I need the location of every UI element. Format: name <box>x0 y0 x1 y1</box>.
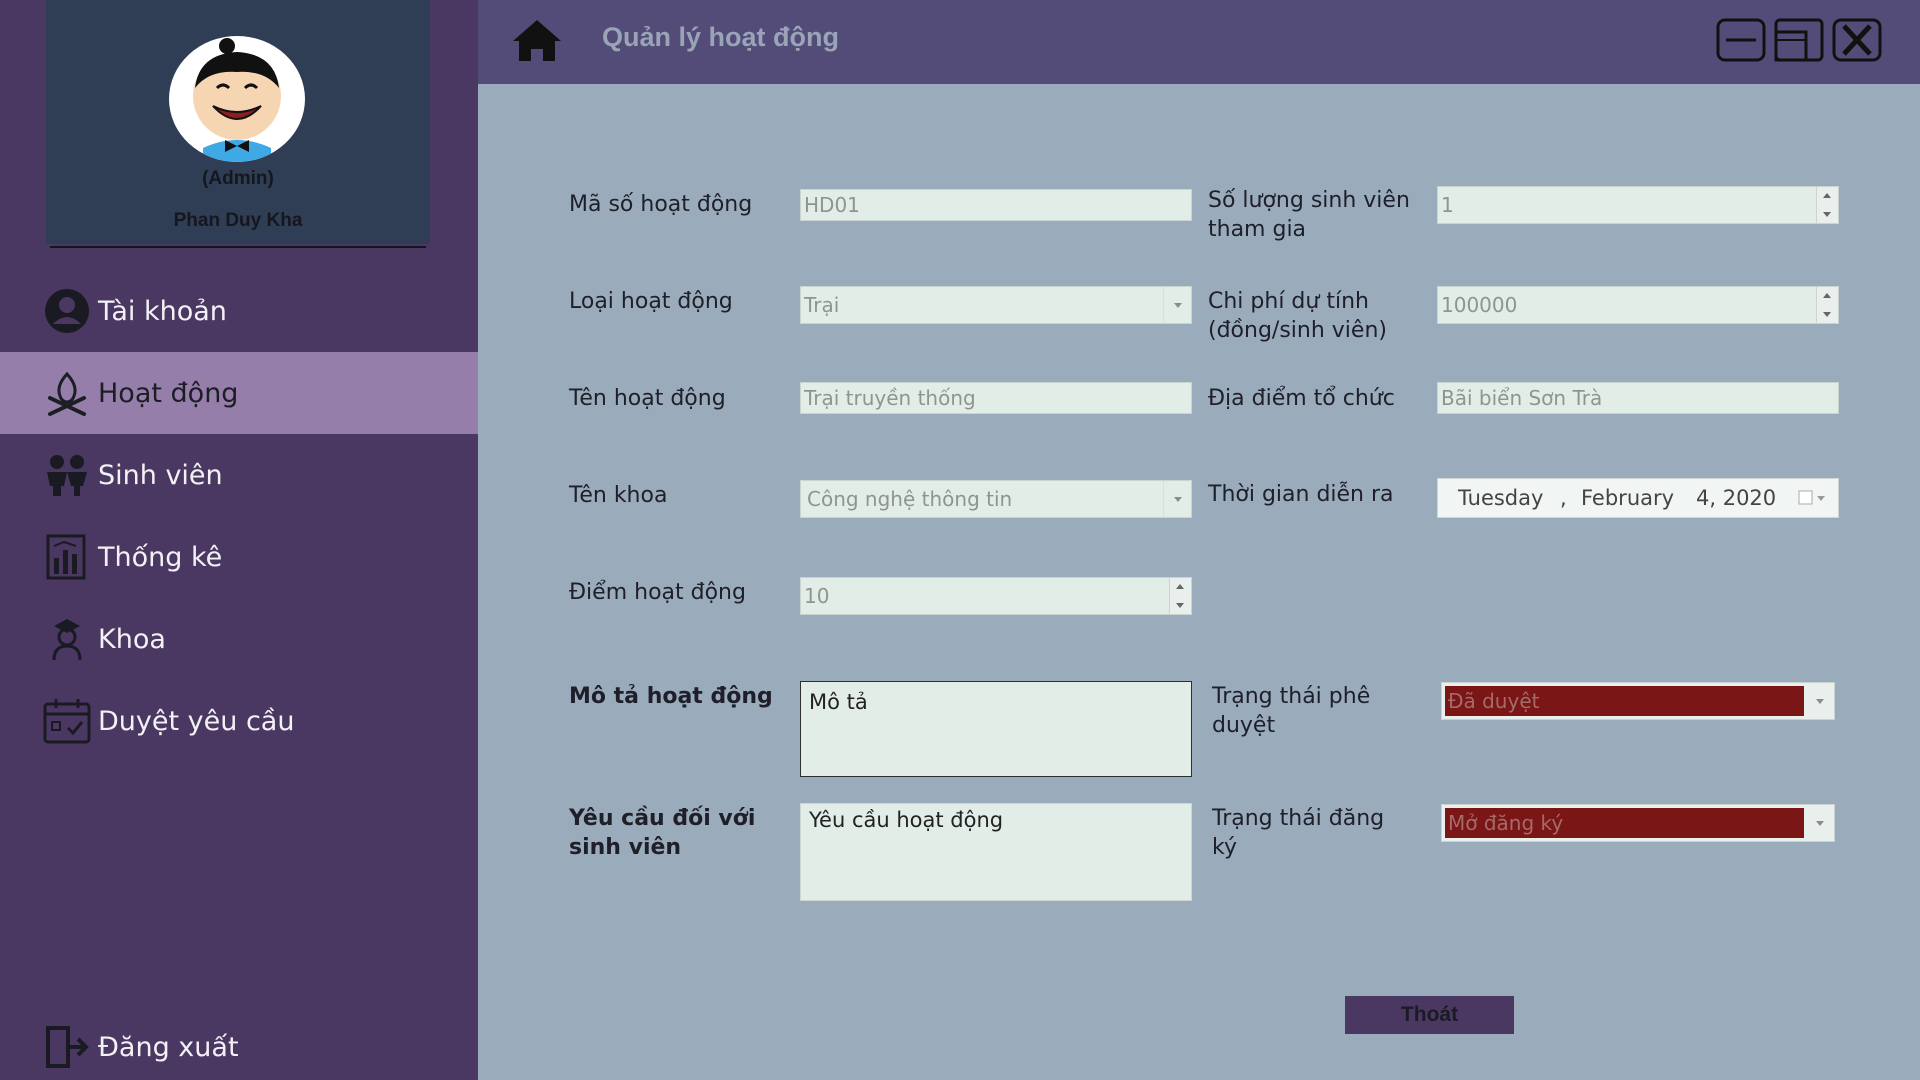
avatar <box>169 36 305 162</box>
diem-label: Điểm hoạt động <box>569 580 746 605</box>
yeu-cau-label-line1: Yêu cầu đối với <box>569 806 756 831</box>
so-luong-stepper[interactable]: 1 <box>1437 186 1839 224</box>
user-role: (Admin) <box>202 168 274 189</box>
spin-buttons[interactable] <box>1169 578 1191 614</box>
date-day-year: 4, 2020 <box>1696 486 1777 510</box>
loai-select[interactable]: Trại <box>800 286 1192 324</box>
exit-button[interactable]: Thoát <box>1345 996 1514 1034</box>
sidebar-item-label: Duyệt yêu cầu <box>98 705 295 737</box>
so-luong-label: Số lượng sinh viên tham gia <box>1208 186 1410 244</box>
sidebar-item-duyet-yeu-cau[interactable]: Duyệt yêu cầu <box>0 680 478 762</box>
chi-phi-label-line2: (đồng/sinh viên) <box>1208 318 1387 343</box>
sidebar: (Admin) Phan Duy Kha Tài khoản Hoạt động… <box>0 0 478 1080</box>
so-luong-value: 1 <box>1441 193 1454 217</box>
thoi-gian-datepicker[interactable]: Tuesday , February 4, 2020 <box>1437 478 1839 518</box>
khoa-value: Công nghệ thông tin <box>807 487 1013 511</box>
dia-diem-label: Địa điểm tổ chức <box>1208 386 1395 411</box>
loai-value: Trại <box>804 293 840 317</box>
yeu-cau-textarea[interactable]: Yêu cầu hoạt động <box>800 803 1192 901</box>
sidebar-item-sinh-vien[interactable]: Sinh viên <box>0 434 478 516</box>
trang-thai-duyet-value: Đã duyệt <box>1445 686 1804 716</box>
ten-input[interactable]: Trại truyền thống <box>800 382 1192 414</box>
sidebar-item-khoa[interactable]: Khoa <box>0 598 478 680</box>
ma-so-input[interactable]: HD01 <box>800 189 1192 221</box>
date-month: February <box>1581 486 1675 510</box>
chi-phi-label-line1: Chi phí dự tính <box>1208 289 1369 314</box>
user-circle-icon <box>45 289 89 333</box>
chi-phi-value: 100000 <box>1441 293 1518 317</box>
sidebar-item-label: Sinh viên <box>98 459 223 491</box>
statistics-icon <box>46 534 86 580</box>
sidebar-item-tai-khoan[interactable]: Tài khoản <box>0 270 478 352</box>
chevron-down-icon[interactable] <box>1806 805 1834 841</box>
chevron-down-icon[interactable] <box>1163 287 1191 323</box>
trang-thai-dang-ky-label: Trạng thái đăng ký <box>1212 804 1384 862</box>
khoa-label: Tên khoa <box>569 483 668 508</box>
page-title: Quản lý hoạt động <box>602 22 839 52</box>
sidebar-item-label: Thống kê <box>98 541 223 573</box>
diem-stepper[interactable]: 10 <box>800 577 1192 615</box>
yeu-cau-label-line2: sinh viên <box>569 835 682 860</box>
campfire-icon <box>48 371 86 416</box>
trang-thai-dang-ky-label-line1: Trạng thái đăng <box>1212 806 1385 831</box>
profile-card: (Admin) Phan Duy Kha <box>46 0 430 244</box>
loai-label: Loại hoạt động <box>569 289 733 314</box>
trang-thai-duyet-label-line2: duyệt <box>1212 713 1276 738</box>
date-separator: , <box>1560 486 1567 510</box>
mo-ta-label: Mô tả hoạt động <box>569 684 773 709</box>
sidebar-item-label: Tài khoản <box>98 295 227 327</box>
sidebar-item-label: Hoạt động <box>98 377 239 409</box>
graduate-icon <box>52 619 82 661</box>
calendar-dropdown-icon[interactable] <box>1798 489 1828 507</box>
profile-divider <box>50 246 426 248</box>
sidebar-item-label: Khoa <box>98 623 166 655</box>
sidebar-item-label: Đăng xuất <box>98 1031 239 1063</box>
so-luong-label-line2: tham gia <box>1208 217 1307 242</box>
chevron-down-icon[interactable] <box>1806 683 1834 719</box>
user-name: Phan Duy Kha <box>173 210 303 231</box>
trang-thai-dang-ky-value: Mở đăng ký <box>1445 808 1804 838</box>
chi-phi-stepper[interactable]: 100000 <box>1437 286 1839 324</box>
ma-so-label: Mã số hoạt động <box>569 192 753 217</box>
chevron-down-icon[interactable] <box>1163 481 1191 517</box>
minimize-icon[interactable] <box>1716 18 1766 62</box>
ten-label: Tên hoạt động <box>569 386 726 411</box>
trang-thai-dang-ky-select[interactable]: Mở đăng ký <box>1441 804 1835 842</box>
sidebar-item-hoat-dong[interactable]: Hoạt động <box>0 352 478 434</box>
logout-icon <box>46 1026 89 1068</box>
diem-value: 10 <box>804 584 830 608</box>
students-icon <box>47 455 87 496</box>
spin-buttons[interactable] <box>1816 187 1838 223</box>
sidebar-item-thong-ke[interactable]: Thống kê <box>0 516 478 598</box>
trang-thai-duyet-select[interactable]: Đã duyệt <box>1441 682 1835 720</box>
mo-ta-textarea[interactable]: Mô tả <box>800 681 1192 777</box>
maximize-icon[interactable] <box>1774 18 1824 62</box>
calendar-check-icon <box>43 699 91 744</box>
spin-buttons[interactable] <box>1816 287 1838 323</box>
home-icon[interactable] <box>511 17 563 63</box>
chi-phi-label: Chi phí dự tính (đồng/sinh viên) <box>1208 287 1387 345</box>
yeu-cau-label: Yêu cầu đối với sinh viên <box>569 804 755 862</box>
khoa-select[interactable]: Công nghệ thông tin <box>800 480 1192 518</box>
trang-thai-dang-ky-label-line2: ký <box>1212 835 1237 860</box>
title-bar: Quản lý hoạt động <box>478 0 1920 84</box>
thoi-gian-label: Thời gian diễn ra <box>1208 482 1394 507</box>
trang-thai-duyet-label: Trạng thái phê duyệt <box>1212 682 1370 740</box>
so-luong-label-line1: Số lượng sinh viên <box>1208 188 1410 213</box>
close-icon[interactable] <box>1832 18 1882 62</box>
sidebar-item-dang-xuat[interactable]: Đăng xuất <box>0 1006 478 1080</box>
date-weekday: Tuesday <box>1458 486 1544 510</box>
trang-thai-duyet-label-line1: Trạng thái phê <box>1212 684 1371 709</box>
dia-diem-input[interactable]: Bãi biển Sơn Trà <box>1437 382 1839 414</box>
